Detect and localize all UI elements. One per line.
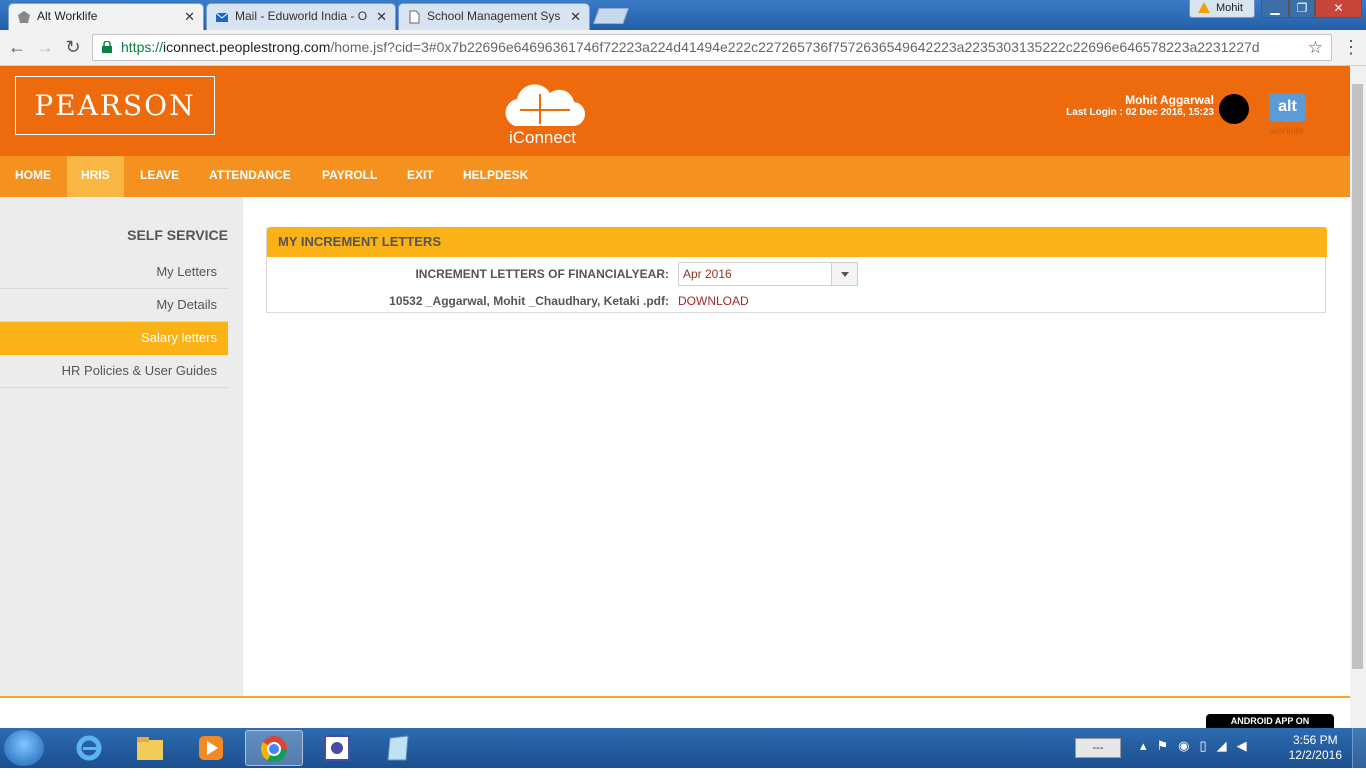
page-icon [18,11,30,23]
nav-exit[interactable]: EXIT [393,156,448,197]
download-link[interactable]: DOWNLOAD [678,294,749,308]
nav-leave[interactable]: LEAVE [126,156,193,197]
pearson-logo[interactable]: PEARSON [15,76,215,135]
main-nav: HOME HRIS LEAVE ATTENDANCE PAYROLL EXIT … [0,156,1350,197]
internet-explorer-icon[interactable] [60,730,118,766]
last-login: Last Login : 02 Dec 2016, 15:23 [1066,107,1214,118]
taskbar: --- ▴⚑◉▯◢◀ 3:56 PM 12/2/2016 [0,728,1366,768]
tab-mail[interactable]: Mail - Eduworld India - O ✕ [206,3,396,30]
url-path: /home.jsf?cid=3#0x7b22696e64696361746f72… [330,39,1260,55]
cloud-icon [505,84,586,127]
selected-year: Apr 2016 [683,267,732,281]
sidebar-item-hr-policies[interactable]: HR Policies & User Guides [0,355,228,388]
nav-hris[interactable]: HRIS [67,156,124,197]
close-window-button[interactable]: ✕ [1315,0,1362,18]
url-host: iconnect.peoplestrong.com [163,39,331,55]
lock-icon [102,41,112,53]
web-page: PEARSON iConnect Mohit Aggarwal Last Log… [0,66,1350,728]
clock-date: 12/2/2016 [1288,748,1342,762]
profile-button[interactable]: Mohit [1189,0,1255,18]
financial-year-label: INCREMENT LETTERS OF FINANCIALYEAR: [415,267,669,281]
minimize-button[interactable]: ▁ [1261,0,1289,18]
iconnect-logo[interactable]: iConnect [495,84,590,150]
tab-alt-worklife[interactable]: Alt Worklife ✕ [8,3,204,30]
user-name[interactable]: Mohit Aggarwal [1125,93,1214,107]
chevron-down-icon[interactable] [831,263,857,285]
nav-helpdesk[interactable]: HELPDESK [449,156,542,197]
clock[interactable]: 3:56 PM 12/2/2016 [1289,733,1342,763]
tab-label: Mail - Eduworld India - O [235,9,368,23]
footer [0,698,1350,728]
warning-icon [1198,2,1210,13]
profile-name: Mohit [1216,2,1243,14]
mail-icon [215,12,229,22]
alt-worklife-logo[interactable]: alt [1269,93,1306,122]
maximize-button[interactable]: ❐ [1289,0,1315,18]
close-icon[interactable]: ✕ [376,4,387,29]
show-desktop-button[interactable] [1352,728,1366,768]
chrome-icon[interactable] [245,730,303,766]
address-bar: ← → ↻ https://iconnect.peoplestrong.com/… [0,30,1366,66]
android-app-badge[interactable]: ANDROID APP ON [1206,714,1334,728]
nav-payroll[interactable]: PAYROLL [308,156,391,197]
sidebar-item-salary-letters[interactable]: Salary letters [0,322,228,355]
star-icon[interactable]: ☆ [1308,35,1323,60]
panel-title: MY INCREMENT LETTERS [267,227,1327,257]
file-name: 10532 _Aggarwal, Mohit _Chaudhary, Ketak… [389,294,669,308]
nav-home[interactable]: HOME [1,156,65,197]
reload-icon[interactable]: ↻ [62,36,84,58]
document-icon [409,10,420,24]
vpn-app-icon[interactable] [308,730,366,766]
tab-label: School Management Sys [427,9,561,23]
back-arrow-icon[interactable]: ← [6,36,28,58]
url-scheme: https:// [121,39,164,55]
new-tab-button[interactable] [593,8,629,24]
site-header: PEARSON iConnect Mohit Aggarwal Last Log… [0,66,1350,156]
nav-attendance[interactable]: ATTENDANCE [195,156,305,197]
app-name: iConnect [508,128,577,147]
file-explorer-icon[interactable] [121,730,179,766]
financial-year-select[interactable]: Apr 2016 [678,262,858,286]
alt-worklife-subtext: worklife [1270,126,1304,137]
media-player-icon[interactable] [182,730,240,766]
start-button[interactable] [4,730,44,766]
notepad-icon[interactable] [369,730,427,766]
tab-school-management[interactable]: School Management Sys ✕ [398,3,590,30]
clock-time: 3:56 PM [1292,733,1338,747]
menu-icon[interactable]: ⋮ [1342,37,1360,57]
browser-tab-bar: Alt Worklife ✕ Mail - Eduworld India - O… [0,0,1366,30]
sidebar-item-my-letters[interactable]: My Letters [0,256,228,289]
sidebar-title: SELF SERVICE [127,227,228,243]
close-icon[interactable]: ✕ [184,4,195,29]
tray-box[interactable]: --- [1075,738,1121,758]
url-input[interactable]: https://iconnect.peoplestrong.com/home.j… [92,34,1332,61]
forward-arrow-icon[interactable]: → [34,36,56,58]
increment-letters-panel: MY INCREMENT LETTERS INCREMENT LETTERS O… [266,227,1327,313]
sidebar: SELF SERVICE My Letters My Details Salar… [0,197,243,697]
tab-label: Alt Worklife [37,9,98,23]
avatar[interactable] [1219,94,1249,124]
tray-icons[interactable]: ▴⚑◉▯◢◀ [1140,738,1257,754]
close-icon[interactable]: ✕ [570,4,581,29]
sidebar-item-my-details[interactable]: My Details [0,289,228,322]
scrollbar-thumb[interactable] [1352,84,1363,669]
